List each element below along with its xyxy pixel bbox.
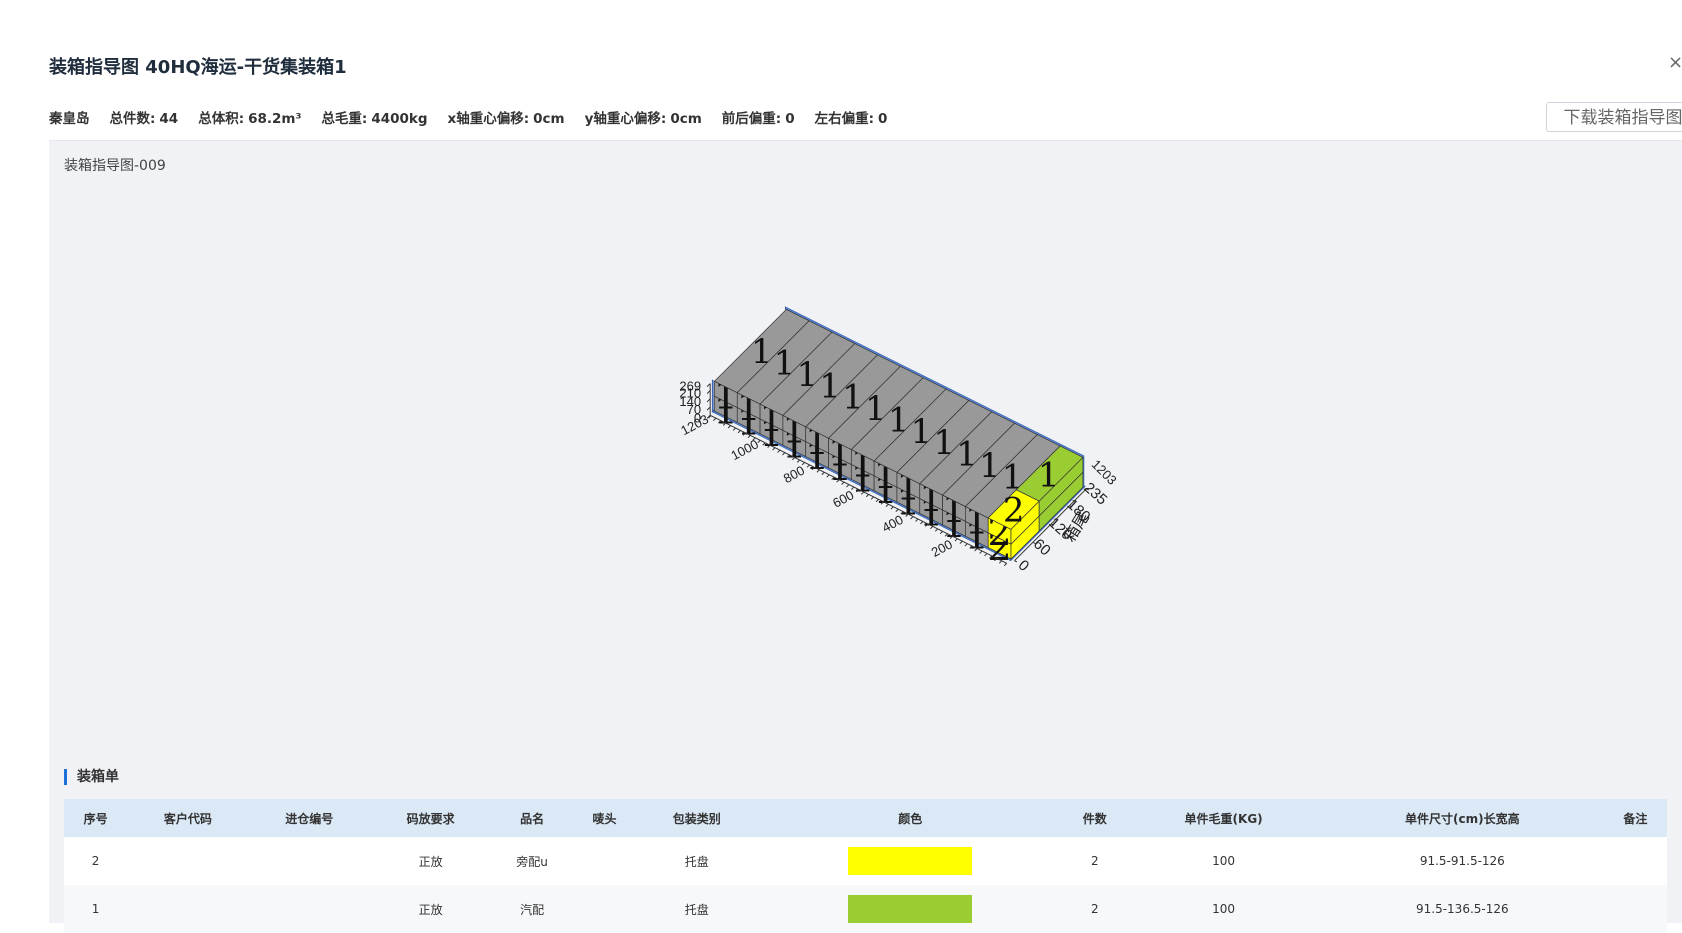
- color-swatch: [848, 847, 973, 875]
- cell-weight: 100: [1126, 837, 1321, 885]
- cell-package: 托盘: [636, 885, 758, 933]
- summary-y-offset: y轴重心偏移: 0cm: [584, 111, 702, 127]
- col-package: 包装类别: [636, 799, 758, 837]
- cell-qty: 2: [1063, 885, 1127, 933]
- width-axis-tick: [1014, 560, 1018, 563]
- cell-seq: 2: [64, 837, 128, 885]
- cell-warehouse: [248, 885, 370, 933]
- cargo-box-label: 1: [1038, 456, 1060, 496]
- color-swatch: [848, 895, 973, 923]
- col-name: 品名: [491, 799, 573, 837]
- cell-name: 汽配: [491, 885, 573, 933]
- cell-size: 91.5-136.5-126: [1320, 885, 1604, 933]
- col-warehouse: 进仓编号: [248, 799, 370, 837]
- table-header-row: 序号 客户代码 进仓编号 码放要求 品名 唛头 包装类别 颜色 件数 单件毛重(…: [64, 799, 1667, 837]
- cell-name: 旁配u: [491, 837, 573, 885]
- col-note: 备注: [1603, 799, 1667, 837]
- summary-left-right-bias: 左右偏重: 0: [814, 111, 888, 127]
- summary-port: 秦皇岛: [49, 111, 90, 127]
- summary-total-pieces: 总件数: 44: [109, 111, 179, 127]
- packing-list-title: 装箱单: [64, 769, 119, 785]
- col-size: 单件尺寸(cm)长宽高: [1320, 799, 1604, 837]
- cell-color: [757, 885, 1064, 933]
- cell-color: [757, 837, 1064, 885]
- cargo-box-label: 2: [1003, 490, 1025, 530]
- col-customer: 客户代码: [127, 799, 249, 837]
- width-tick-label: 60: [1030, 536, 1054, 560]
- col-color: 颜色: [757, 799, 1064, 837]
- cell-seq: 1: [64, 885, 128, 933]
- cell-warehouse: [248, 837, 370, 885]
- cell-weight: 100: [1126, 885, 1321, 933]
- height-tick-label: 0: [694, 410, 701, 425]
- cell-stacking: 正放: [369, 837, 492, 885]
- cell-customer: [127, 885, 249, 933]
- cell-package: 托盘: [636, 837, 758, 885]
- close-icon[interactable]: ×: [1668, 56, 1682, 70]
- summary-total-weight: 总毛重: 4400kg: [321, 111, 428, 127]
- table-row[interactable]: 2 正放 旁配u 托盘 2 100 91.5-91.5-126: [64, 837, 1667, 885]
- content-panel: 装箱指导图-009 111111111111211111111111121111…: [49, 140, 1682, 933]
- width-tick-label: 0: [1015, 557, 1033, 575]
- summary-x-offset: x轴重心偏移: 0cm: [447, 111, 565, 127]
- cell-note: [1603, 837, 1667, 885]
- col-weight: 单件毛重(KG): [1126, 799, 1321, 837]
- table-row[interactable]: 1 正放 汽配 托盘 2 100 91.5-136.5-126: [64, 885, 1667, 933]
- download-guide-button[interactable]: 下载装箱指导图: [1546, 102, 1682, 132]
- cell-note: [1603, 885, 1667, 933]
- summary-total-volume: 总体积: 68.2m³: [198, 111, 302, 127]
- packing-list-table: 序号 客户代码 进仓编号 码放要求 品名 唛头 包装类别 颜色 件数 单件毛重(…: [64, 799, 1667, 933]
- container-3d-view[interactable]: 111111111111211111111111121 1 1 1 1 1 1 1 1 1 1 121…: [49, 141, 1682, 741]
- col-mark: 唛头: [572, 799, 637, 837]
- summary-front-back-bias: 前后偏重: 0: [721, 111, 795, 127]
- col-qty: 件数: [1063, 799, 1127, 837]
- dialog-title: 装箱指导图 40HQ海运-干货集装箱1: [49, 57, 347, 78]
- cell-size: 91.5-91.5-126: [1320, 837, 1604, 885]
- cell-customer: [127, 837, 249, 885]
- cell-qty: 2: [1063, 837, 1127, 885]
- col-seq: 序号: [64, 799, 128, 837]
- cell-mark: [572, 837, 637, 885]
- summary-bar: 秦皇岛 总件数: 44 总体积: 68.2m³ 总毛重: 4400kg x轴重心偏移:…: [49, 107, 887, 127]
- cell-stacking: 正放: [369, 885, 492, 933]
- cell-mark: [572, 885, 637, 933]
- col-stacking: 码放要求: [369, 799, 492, 837]
